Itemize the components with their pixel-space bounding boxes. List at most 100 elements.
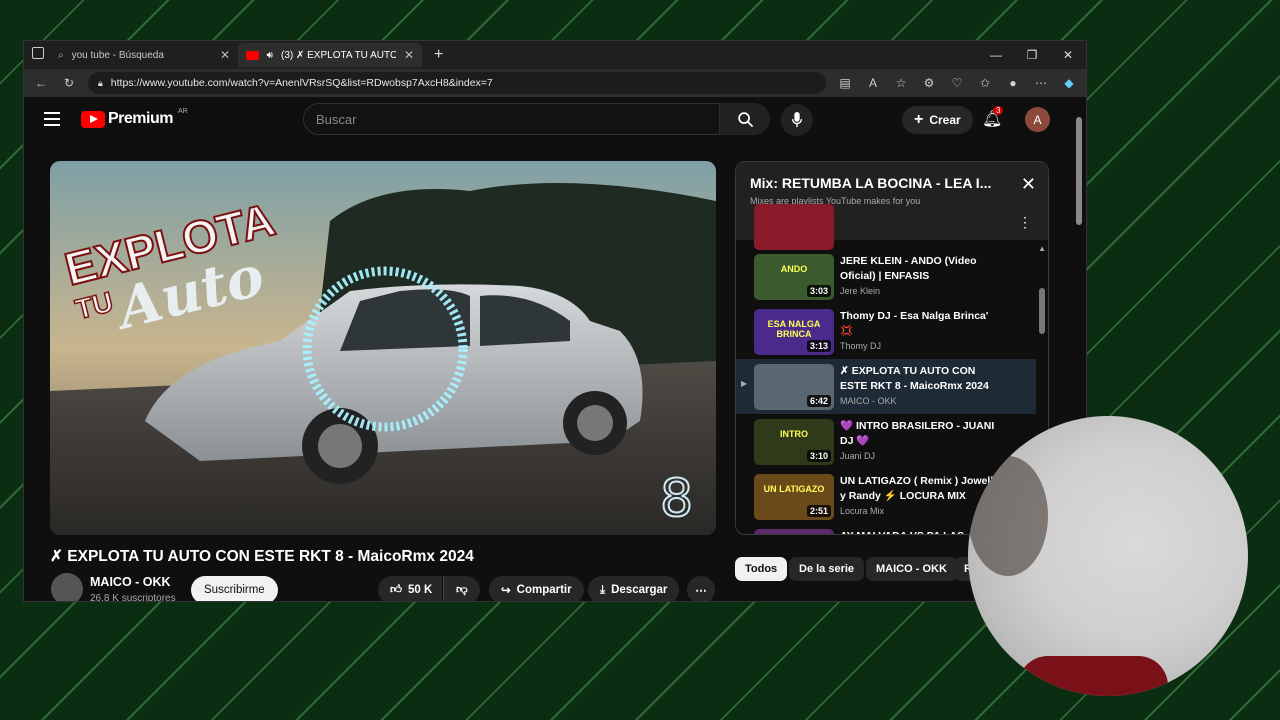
tab-actions-icon[interactable] (32, 47, 44, 59)
favorite-star-icon[interactable]: ☆ (892, 76, 910, 90)
url-field[interactable]: 🔒︎ https://www.youtube.com/watch?v=Anenl… (88, 72, 826, 94)
voice-search-button[interactable] (781, 104, 813, 136)
browser-window: ⌕ you tube - Búsqueda ✕ 🔊︎ (3) ✗ EXPLOTA… (23, 40, 1087, 602)
tab-search[interactable]: ⌕ you tube - Búsqueda ✕ (50, 43, 238, 67)
youtube-premium-logo[interactable]: Premium AR (81, 107, 188, 128)
video-thumbnail[interactable] (754, 204, 834, 250)
create-button[interactable]: + Crear (902, 106, 973, 134)
copilot-icon[interactable]: ◆ (1060, 76, 1078, 90)
lock-icon[interactable]: 🔒︎ (98, 78, 103, 89)
item-title[interactable]: 💜 INTRO BRASILERO - JUANI DJ 💜 (840, 419, 1000, 449)
item-channel: Thomy DJ (840, 341, 882, 351)
webcam-shape (1018, 656, 1168, 696)
youtube-favicon-icon (246, 50, 259, 60)
thumbnail-text: UN LATIGAZO (763, 484, 825, 494)
channel-name[interactable]: MAICO - OKK (90, 575, 171, 589)
youtube-page: Premium AR Buscar + Crear 🔔︎ 3 A EXPLOTA… (24, 97, 1086, 601)
video-thumbnail[interactable]: ANDO 3:03 (754, 254, 834, 300)
logo-text: Premium (108, 110, 173, 127)
thumbs-up-icon: 👍︎ (390, 584, 403, 596)
video-thumbnail[interactable]: UN LATIGAZO 2:51 (754, 474, 834, 520)
dislike-button[interactable]: 👎︎ (443, 576, 480, 601)
more-vertical-icon[interactable]: ⋮ (1018, 214, 1032, 231)
item-channel: Locura Mix (840, 506, 885, 516)
tab-youtube[interactable]: 🔊︎ (3) ✗ EXPLOTA TU AUTO CO ✕ (238, 43, 422, 67)
refresh-icon[interactable]: ↻ (60, 76, 78, 90)
item-channel: MAICO - OKK (840, 396, 897, 406)
more-horizontal-icon: ⋯ (695, 585, 707, 597)
like-button[interactable]: 👍︎ 50 K (378, 576, 443, 601)
video-player[interactable]: EXPLOTA TU Auto 8 (50, 161, 716, 535)
restore-icon[interactable]: ❐ (1014, 41, 1050, 69)
item-title[interactable]: Thomy DJ - Esa Nalga Brinca' 💢 (840, 309, 1000, 339)
more-icon[interactable]: ⋯ (1032, 76, 1050, 90)
duration: 6:42 (806, 395, 831, 407)
avatar[interactable]: A (1025, 107, 1050, 132)
item-channel: Jere Klein (840, 286, 881, 296)
page-scrollbar[interactable] (1076, 117, 1082, 225)
subscriber-count: 26,8 K suscriptores (90, 593, 176, 602)
chip-todos[interactable]: Todos (735, 557, 788, 581)
profile-icon[interactable]: ● (1004, 76, 1022, 90)
list-item-current[interactable]: ▶ 6:42 ✗ EXPLOTA TU AUTO CON ESTE RKT 8 - … (736, 359, 1036, 414)
chip-de-la-serie[interactable]: De la serie (789, 557, 865, 581)
video-title: ✗ EXPLOTA TU AUTO CON ESTE RKT 8 - Maico… (50, 548, 474, 565)
search-button[interactable] (720, 103, 770, 135)
new-tab-button[interactable]: + (434, 46, 443, 64)
extensions-icon[interactable]: ⚙ (920, 76, 938, 90)
tab-title: (3) ✗ EXPLOTA TU AUTO CO (280, 49, 396, 61)
download-label: Descargar (611, 584, 668, 596)
mic-icon (791, 112, 803, 128)
minimize-icon[interactable]: — (978, 41, 1014, 69)
video-thumbnail[interactable]: INTRO 3:10 (754, 419, 834, 465)
region-code: AR (177, 107, 188, 115)
webcam-overlay (968, 416, 1248, 696)
more-actions-button[interactable]: ⋯ (687, 576, 715, 601)
now-playing-icon: ▶ (741, 379, 748, 388)
subscribe-button[interactable]: Suscribirme (191, 576, 278, 601)
download-button[interactable]: ⤓ Descargar (588, 576, 680, 601)
close-window-icon[interactable]: ✕ (1050, 41, 1086, 69)
svg-text:8: 8 (660, 469, 693, 529)
duration: 3:13 (806, 340, 831, 352)
list-item[interactable]: ESA NALGA BRINCA 3:13 Thomy DJ - Esa Nalga… (736, 304, 1036, 359)
read-aloud-icon[interactable]: A (864, 76, 882, 90)
close-icon[interactable]: ✕ (404, 48, 414, 62)
channel-avatar[interactable] (51, 573, 83, 601)
video-thumbnail[interactable]: ESA NALGA BRINCA 3:13 (754, 309, 834, 355)
like-count: 50 K (408, 584, 433, 596)
address-bar: ← ↻ 🔒︎ https://www.youtube.com/watch?v=A… (24, 69, 1086, 97)
reader-icon[interactable]: ▤ (836, 76, 854, 90)
tab-title: you tube - Búsqueda (71, 49, 164, 61)
youtube-play-icon (81, 110, 105, 128)
item-channel: Juani DJ (840, 451, 876, 461)
item-title[interactable]: JERE KLEIN - ANDO (Video Oficial) | ENFA… (840, 254, 1000, 284)
thumbnail-text: ANDO (780, 264, 808, 274)
share-icon: ↪ (501, 585, 511, 597)
search-icon: ⌕ (58, 49, 64, 61)
scroll-up-icon[interactable]: ▲ (1038, 244, 1046, 253)
duration: 3:10 (806, 450, 831, 462)
close-icon[interactable]: ✕ (220, 48, 230, 62)
menu-icon[interactable] (44, 112, 60, 130)
video-thumbnail[interactable]: 6:42 (754, 364, 834, 410)
mix-scrollbar[interactable] (1039, 288, 1045, 334)
favorites-icon[interactable]: ✩ (976, 76, 994, 90)
mix-title[interactable]: Mix: RETUMBA LA BOCINA - LEA I... (750, 175, 1034, 191)
share-button[interactable]: ↪ Compartir (489, 576, 584, 601)
speaker-icon[interactable]: 🔊︎ (267, 50, 273, 61)
chip-channel[interactable]: MAICO - OKK (866, 557, 957, 581)
list-item[interactable]: ANDO 3:03 JERE KLEIN - ANDO (Video Oficial… (736, 249, 1036, 304)
thumbnail-text: ESA NALGA BRINCA (767, 319, 821, 339)
create-label: Crear (929, 113, 961, 127)
close-icon[interactable]: ✕ (1021, 174, 1036, 195)
browser-essentials-icon[interactable]: ♡ (948, 76, 966, 90)
item-title[interactable]: ✗ EXPLOTA TU AUTO CON ESTE RKT 8 - Maico… (840, 364, 1000, 394)
search-input[interactable]: Buscar (303, 103, 720, 135)
video-thumbnail[interactable] (754, 529, 834, 534)
back-icon[interactable]: ← (32, 76, 50, 90)
thumbnail-text: INTRO (780, 429, 808, 439)
webcam-shadow (968, 456, 1048, 576)
duration: 2:51 (806, 505, 831, 517)
list-item[interactable] (736, 204, 1036, 250)
